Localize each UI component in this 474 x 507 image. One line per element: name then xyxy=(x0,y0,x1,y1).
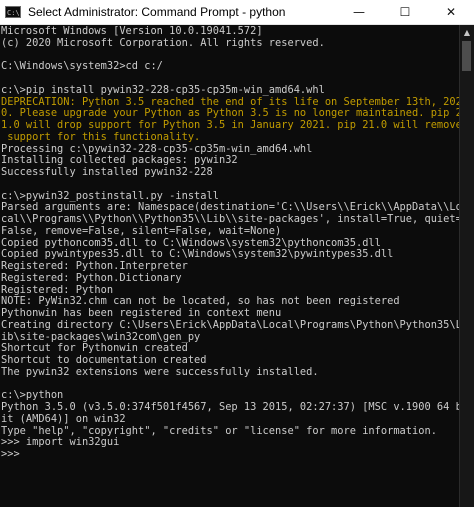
console-prompt-line[interactable]: >>> xyxy=(1,448,459,461)
console-line: Registered: Python.Interpreter xyxy=(1,260,188,272)
scroll-thumb[interactable] xyxy=(462,41,471,71)
close-button[interactable]: ✕ xyxy=(428,0,474,24)
vertical-scrollbar[interactable]: ▲ xyxy=(459,25,474,507)
minimize-button[interactable]: — xyxy=(336,0,382,24)
console-output[interactable]: Microsoft Windows [Version 10.0.19041.57… xyxy=(0,25,459,507)
console-line: cal\\Programs\\Python\\Python35\\Lib\\si… xyxy=(1,213,459,225)
console-line: it (AMD64)] on win32 xyxy=(1,412,126,425)
deprecation-warning-line: support for this functionality. xyxy=(1,130,201,143)
console-line: (c) 2020 Microsoft Corporation. All righ… xyxy=(1,36,325,49)
console-line: Shortcut to documentation created xyxy=(1,354,207,366)
window-title: Select Administrator: Command Prompt - p… xyxy=(28,5,286,19)
console-line: C:\Windows\system32>cd c:/ xyxy=(1,60,163,73)
window-controls: — ☐ ✕ xyxy=(336,0,474,24)
console-line: Registered: Python.Dictionary xyxy=(1,271,182,284)
cmd-icon: C:\ xyxy=(5,6,21,18)
console-line: False, remove=False, silent=False, wait=… xyxy=(1,224,282,237)
maximize-button[interactable]: ☐ xyxy=(382,0,428,24)
scroll-up-icon[interactable]: ▲ xyxy=(460,25,474,39)
console-line: Python 3.5.0 (v3.5.0:374f501f4567, Sep 1… xyxy=(1,401,459,413)
command-prompt-window: C:\ Select Administrator: Command Prompt… xyxy=(0,0,474,507)
title-bar[interactable]: C:\ Select Administrator: Command Prompt… xyxy=(0,0,474,25)
console-line: >>> import win32gui xyxy=(1,436,120,449)
deprecation-warning-line: 1.0 will drop support for Python 3.5 in … xyxy=(1,119,459,131)
console-line: Microsoft Windows [Version 10.0.19041.57… xyxy=(1,25,263,37)
console-line: Successfully installed pywin32-228 xyxy=(1,166,213,178)
console-line: Pythonwin has been registered in context… xyxy=(1,307,282,319)
console-line: The pywin32 extensions were successfully… xyxy=(1,365,319,378)
console-line: Creating directory C:\Users\Erick\AppDat… xyxy=(1,318,459,331)
console-line: c:\>pip install pywin32-228-cp35-cp35m-w… xyxy=(1,83,325,96)
